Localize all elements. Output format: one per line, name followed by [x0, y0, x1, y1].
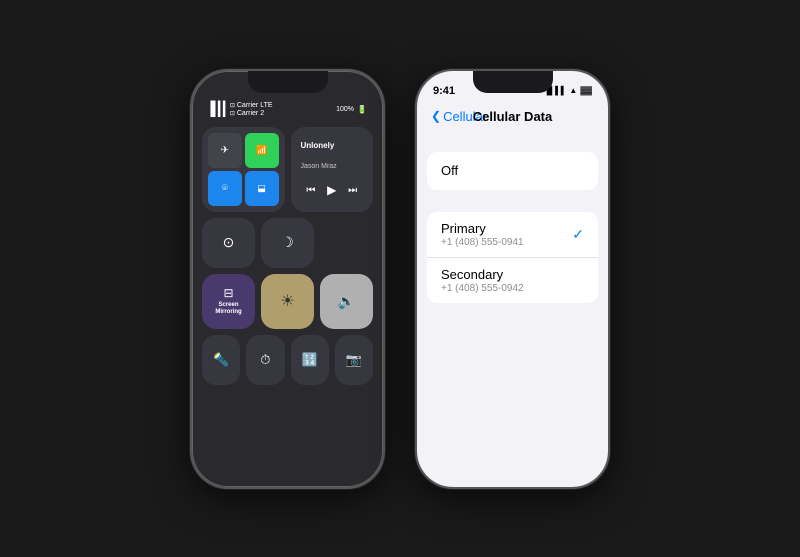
- cellular-icon: 📶: [256, 145, 267, 156]
- notch-1: [248, 71, 328, 93]
- timer-icon: ⏱: [260, 352, 270, 368]
- camera-icon: 📷: [346, 352, 362, 368]
- chevron-left-icon: ❮: [431, 109, 441, 123]
- music-player: Unlonely Jason Mraz ⏮ ▶ ⏭: [291, 127, 374, 212]
- flashlight-icon: 🔦: [213, 352, 229, 368]
- primary-check-icon: ✓: [572, 226, 584, 243]
- prev-button[interactable]: ⏮: [306, 185, 315, 196]
- brightness-tile[interactable]: ☀: [261, 274, 314, 329]
- volume-tile[interactable]: 🔉: [320, 274, 373, 329]
- next-button[interactable]: ⏭: [348, 185, 357, 196]
- phone-2-screen: 9:41 ▐▌▌▌ ▲ ▓▓ ❮ Cellular Cellular Data …: [417, 71, 608, 487]
- secondary-number: +1 (408) 555-0942: [441, 283, 524, 294]
- status-time: 9:41: [433, 85, 455, 97]
- wifi-status-icon: ▲: [569, 86, 577, 95]
- empty-tile: [320, 218, 373, 268]
- settings-group-sims: Primary +1 (408) 555-0941 ✓ Secondary +1…: [427, 212, 598, 303]
- settings-spacer-1: [417, 130, 608, 152]
- battery-status-icon: ▓▓: [580, 86, 592, 95]
- moon-icon: ☽: [281, 234, 294, 251]
- status-right: 100% 🔋: [336, 105, 367, 114]
- camera-tile[interactable]: 📷: [335, 335, 373, 385]
- rotation-lock-icon: ⊙: [223, 234, 235, 251]
- calculator-tile[interactable]: 🔢: [291, 335, 329, 385]
- page-title: Cellular Data: [473, 109, 552, 124]
- settings-row-primary[interactable]: Primary +1 (408) 555-0941 ✓: [427, 212, 598, 258]
- carrier-2: ▐▌▌▌ ⊡ Carrier 2: [208, 110, 273, 117]
- screen-mirroring-icon: ⊟: [223, 286, 233, 300]
- battery-icon: 🔋: [357, 105, 367, 114]
- carrier-1: ▐▌▌▌ ⊡ Carrier LTE: [208, 102, 273, 109]
- volume-icon: 🔉: [338, 293, 355, 310]
- control-center: ▐▌▌▌ ⊡ Carrier LTE ▐▌▌▌ ⊡ Carrier 2 100%…: [192, 71, 383, 487]
- battery-percent: 100%: [336, 106, 354, 113]
- phone-2: 9:41 ▐▌▌▌ ▲ ▓▓ ❮ Cellular Cellular Data …: [415, 69, 610, 489]
- primary-number: +1 (408) 555-0941: [441, 237, 524, 248]
- bluetooth-icon: ⬓: [257, 183, 266, 194]
- notch-2: [473, 71, 553, 93]
- secondary-label: Secondary: [441, 267, 524, 282]
- timer-tile[interactable]: ⏱: [246, 335, 284, 385]
- brightness-icon: ☀: [280, 291, 294, 311]
- screen-mirroring-label: ScreenMirroring: [215, 302, 241, 316]
- flashlight-tile[interactable]: 🔦: [202, 335, 240, 385]
- airplane-icon: ✈: [221, 145, 229, 156]
- phone-1: ▐▌▌▌ ⊡ Carrier LTE ▐▌▌▌ ⊡ Carrier 2 100%…: [190, 69, 385, 489]
- airplane-mode-tile[interactable]: ✈: [208, 133, 242, 168]
- primary-label: Primary: [441, 221, 524, 236]
- music-controls: ⏮ ▶ ⏭: [301, 183, 364, 197]
- off-label: Off: [441, 163, 458, 178]
- music-title: Unlonely: [301, 141, 364, 150]
- wifi-icon: ⌾: [222, 183, 228, 194]
- status-icons: ▐▌▌▌ ▲ ▓▓: [544, 86, 592, 95]
- phone-1-screen: ▐▌▌▌ ⊡ Carrier LTE ▐▌▌▌ ⊡ Carrier 2 100%…: [192, 71, 383, 487]
- music-artist: Jason Mraz: [301, 163, 364, 170]
- wifi-tile[interactable]: ⌾: [208, 171, 242, 206]
- calculator-icon: 🔢: [302, 352, 318, 368]
- navigation-bar: ❮ Cellular Cellular Data: [417, 105, 608, 130]
- screen-mirroring-tile[interactable]: ⊟ ScreenMirroring: [202, 274, 255, 329]
- do-not-disturb-tile[interactable]: ☽: [261, 218, 314, 268]
- status-bar: ▐▌▌▌ ⊡ Carrier LTE ▐▌▌▌ ⊡ Carrier 2 100%…: [202, 99, 373, 121]
- settings-spacer-2: [417, 190, 608, 212]
- settings-row-off[interactable]: Off: [427, 152, 598, 190]
- bluetooth-tile[interactable]: ⬓: [245, 171, 279, 206]
- rotation-lock-tile[interactable]: ⊙: [202, 218, 255, 268]
- settings-row-secondary[interactable]: Secondary +1 (408) 555-0942: [427, 258, 598, 303]
- play-button[interactable]: ▶: [327, 183, 336, 197]
- settings-group-off: Off: [427, 152, 598, 190]
- connectivity-group: ✈ 📶 ⌾ ⬓: [202, 127, 285, 212]
- cellular-tile[interactable]: 📶: [245, 133, 279, 168]
